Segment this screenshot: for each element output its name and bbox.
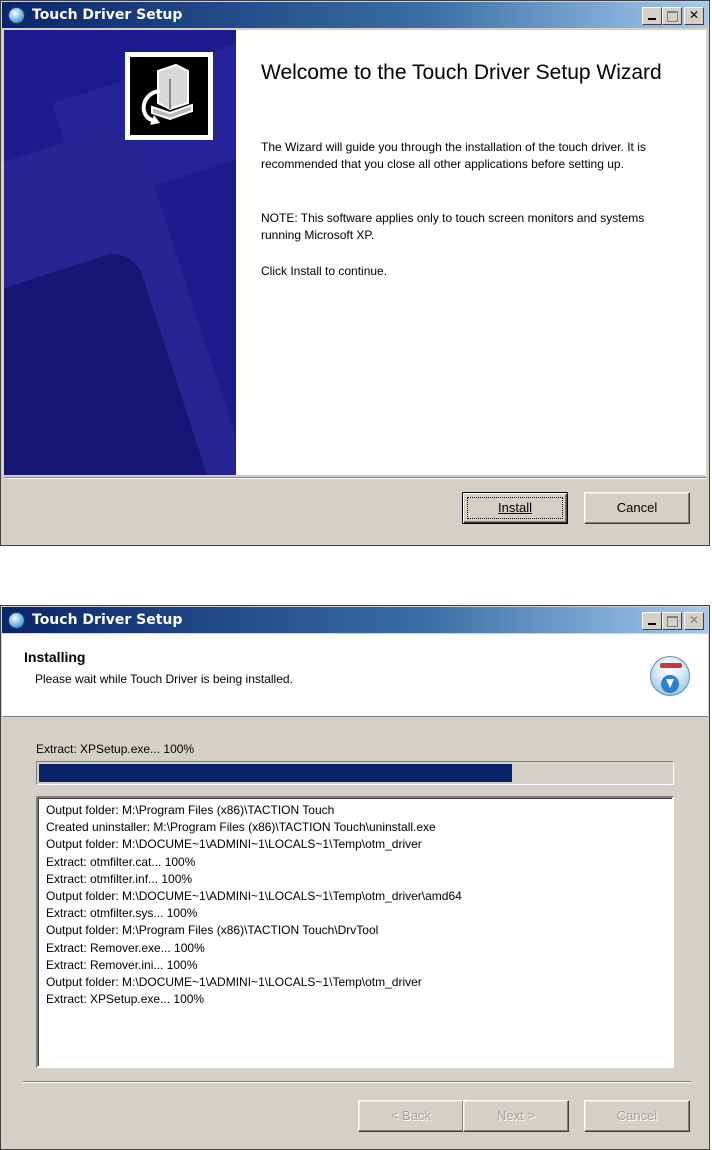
log-line: Extract: otmfilter.inf... 100% <box>46 871 193 886</box>
install-package-icon <box>650 656 690 696</box>
install-button[interactable]: Install <box>462 492 568 524</box>
close-icon: ✕ <box>688 613 700 627</box>
installing-window: Touch Driver Setup ✕ Installing Please w… <box>0 605 710 1150</box>
setup-app-icon <box>8 7 25 24</box>
minimize-button[interactable] <box>642 7 662 25</box>
computer-install-icon <box>130 57 208 135</box>
install-log[interactable]: Output folder: M:\Program Files (x86)\TA… <box>36 796 674 1068</box>
maximize-icon <box>666 616 678 627</box>
close-button[interactable]: ✕ <box>684 612 704 630</box>
log-line: Extract: Remover.ini... 100% <box>46 957 198 972</box>
wizard-side-banner <box>4 30 236 475</box>
log-line: Output folder: M:\Program Files (x86)\TA… <box>46 803 335 817</box>
log-line: Output folder: M:\DOCUME~1\ADMINI~1\LOCA… <box>46 837 422 852</box>
note-paragraph: NOTE: This software applies only to touc… <box>261 211 645 242</box>
installer-logo <box>125 52 213 140</box>
log-line: Created uninstaller: M:\Program Files (x… <box>46 820 436 835</box>
minimize-icon <box>648 18 656 20</box>
cancel-button[interactable]: Cancel <box>584 492 690 524</box>
title-bar[interactable]: Touch Driver Setup ✕ <box>2 2 708 28</box>
next-button[interactable]: Next > <box>463 1100 569 1132</box>
welcome-window: Touch Driver Setup ✕ Welcome to the Touc… <box>0 0 710 546</box>
continue-instruction: Click Install to continue. <box>261 264 388 278</box>
maximize-icon <box>666 11 678 22</box>
window-title: Touch Driver Setup <box>32 612 183 628</box>
title-bar[interactable]: Touch Driver Setup ✕ <box>2 607 708 633</box>
log-line: Output folder: M:\DOCUME~1\ADMINI~1\LOCA… <box>46 889 462 904</box>
wizard-header: Installing Please wait while Touch Drive… <box>2 634 708 717</box>
maximize-button[interactable] <box>662 612 682 630</box>
cancel-button-label: Cancel <box>616 1108 658 1123</box>
log-line: Extract: Remover.exe... 100% <box>46 940 205 955</box>
log-line: Extract: XPSetup.exe... 100% <box>46 992 205 1007</box>
log-line: Output folder: M:\Program Files (x86)\TA… <box>46 923 379 938</box>
minimize-icon <box>648 623 656 625</box>
window-title: Touch Driver Setup <box>32 7 183 23</box>
setup-app-icon <box>8 612 25 629</box>
cancel-button-label: Cancel <box>616 500 658 515</box>
cancel-button[interactable]: Cancel <box>584 1100 690 1132</box>
divider <box>4 477 706 479</box>
intro-paragraph: The Wizard will guide you through the in… <box>261 140 646 171</box>
divider <box>23 1081 691 1083</box>
progress-fill <box>39 764 512 782</box>
welcome-panel: Welcome to the Touch Driver Setup Wizard… <box>4 30 706 475</box>
progress-bar <box>36 761 674 785</box>
install-button-label: Install <box>498 500 532 515</box>
welcome-heading: Welcome to the Touch Driver Setup Wizard <box>261 61 662 84</box>
page-subtitle: Please wait while Touch Driver is being … <box>35 672 293 686</box>
back-button[interactable]: < Back <box>358 1100 464 1132</box>
back-button-label: < Back <box>390 1108 432 1123</box>
next-button-label: Next > <box>497 1108 535 1123</box>
maximize-button[interactable] <box>662 7 682 25</box>
close-button[interactable]: ✕ <box>684 7 704 25</box>
close-icon: ✕ <box>688 8 700 22</box>
log-line: Extract: otmfilter.cat... 100% <box>46 854 196 869</box>
page-title: Installing <box>24 649 86 665</box>
log-line: Extract: otmfilter.sys... 100% <box>46 906 198 921</box>
log-line: Output folder: M:\DOCUME~1\ADMINI~1\LOCA… <box>46 975 422 990</box>
status-text: Extract: XPSetup.exe... 100% <box>36 742 195 756</box>
minimize-button[interactable] <box>642 612 662 630</box>
